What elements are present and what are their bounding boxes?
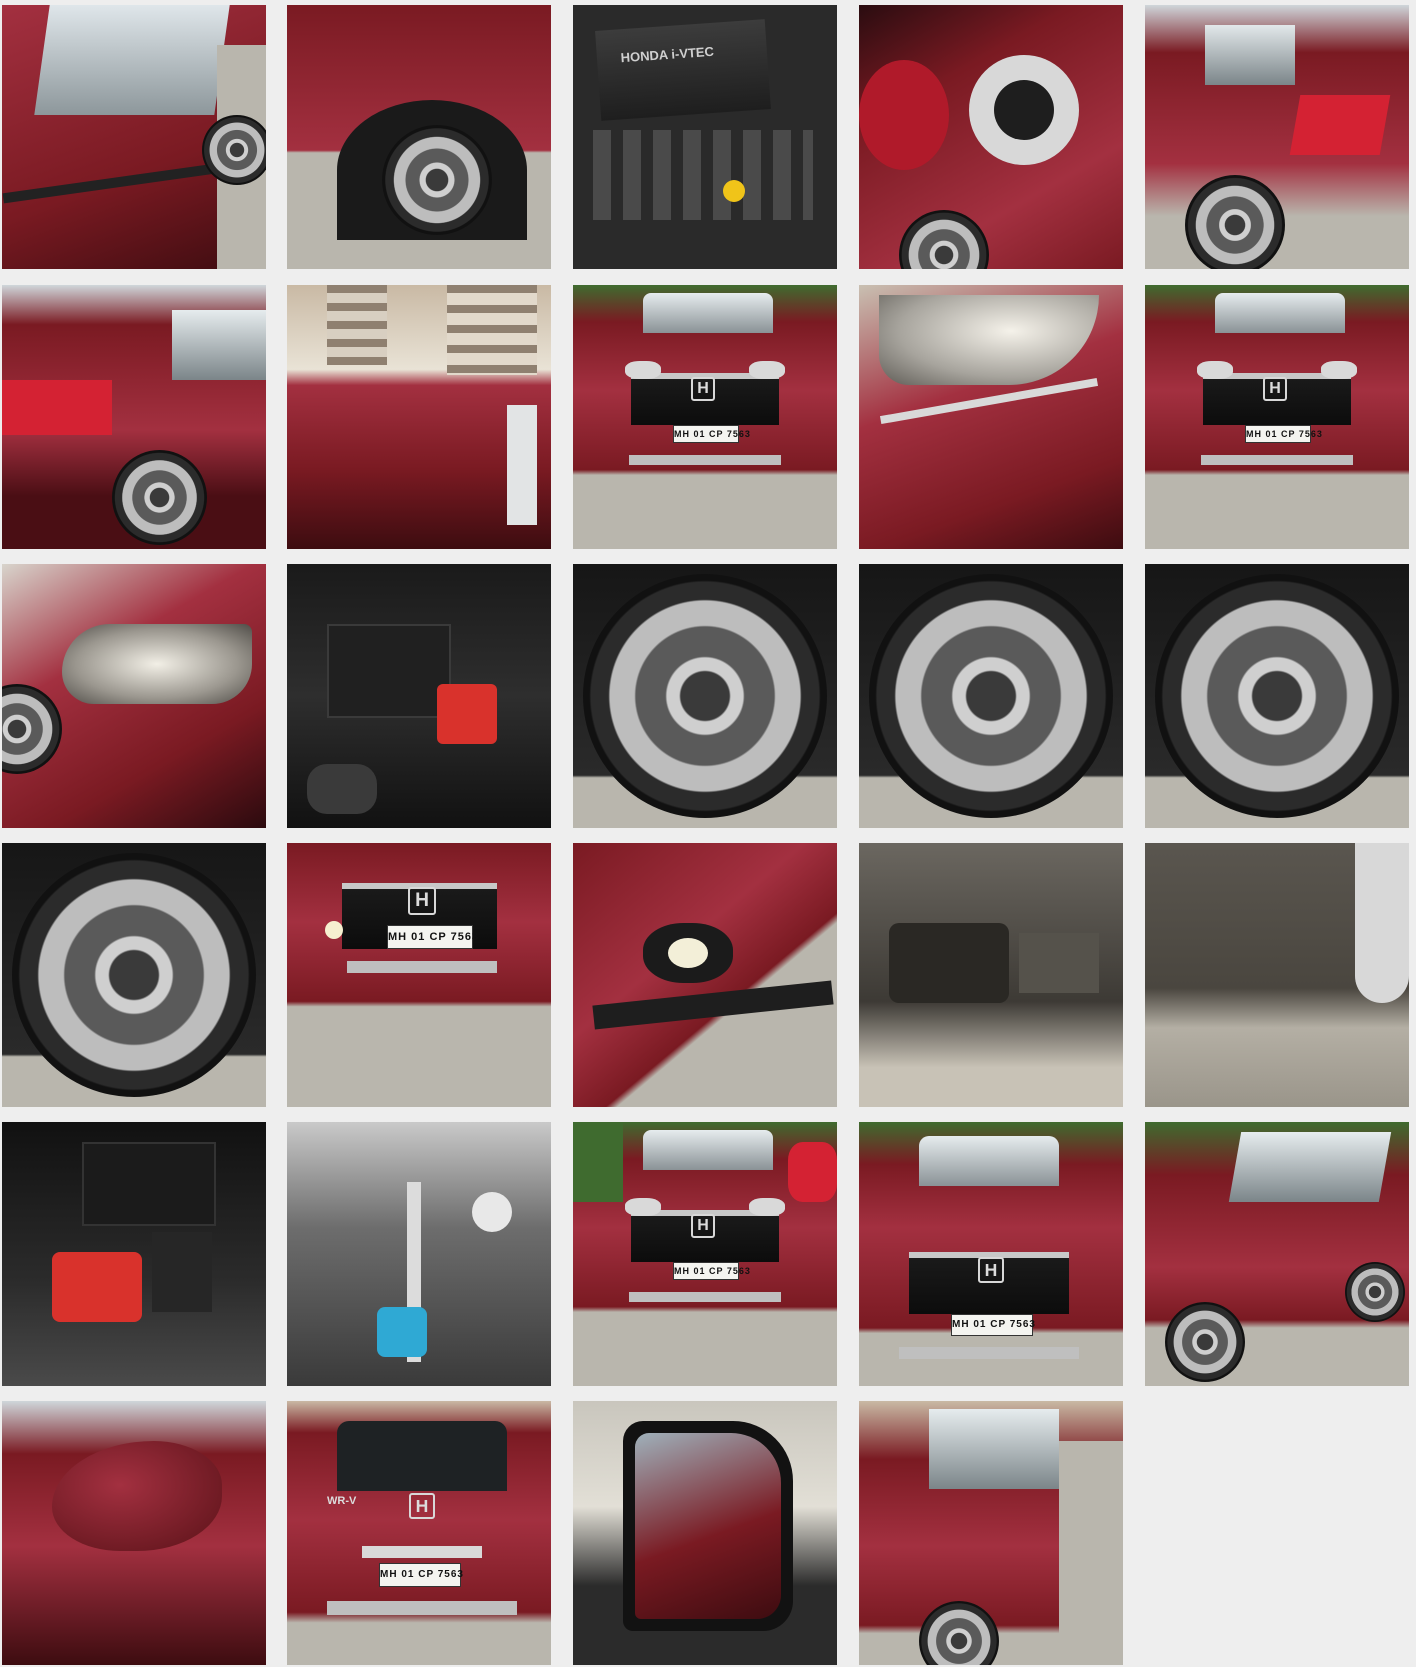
photo-foglamp[interactable] [573, 843, 837, 1107]
photo-image: H MH 01 CP 7563 [573, 1122, 837, 1386]
photo-image [287, 1122, 551, 1386]
wheel-icon [12, 853, 256, 1097]
photo-rear-door[interactable] [859, 1401, 1123, 1665]
photo-image [2, 285, 266, 549]
photo-rear[interactable]: H WR-V MH 01 CP 7563 [287, 1401, 551, 1665]
photo-image [2, 5, 266, 269]
photo-engine-bay-2[interactable] [287, 1122, 551, 1386]
photo-front-close[interactable]: H MH 01 CP 7563 [287, 843, 551, 1107]
photo-headlamp-side[interactable] [2, 564, 266, 828]
photo-image [1145, 843, 1409, 1107]
wheel-icon [583, 574, 827, 818]
photo-image [287, 5, 551, 269]
honda-logo-icon: H [408, 887, 436, 915]
photo-underbody[interactable] [859, 843, 1123, 1107]
photo-image: HONDA i-VTEC [573, 5, 837, 269]
wheel-icon [1155, 574, 1399, 818]
license-plate: MH 01 CP 7563 [673, 1262, 750, 1280]
wheel-icon [869, 574, 1113, 818]
wheel-icon [919, 1601, 999, 1665]
photo-fuel-lid[interactable] [859, 5, 1123, 269]
photo-image [287, 285, 551, 549]
wheel-icon [899, 210, 989, 269]
honda-logo-icon: H [409, 1493, 435, 1519]
photo-image: H MH 01 CP 7563 [1145, 285, 1409, 549]
photo-image [2, 564, 266, 828]
honda-logo-icon: H [691, 377, 715, 401]
photo-image [859, 843, 1123, 1107]
photo-image: H WR-V MH 01 CP 7563 [287, 1401, 551, 1665]
photo-engine-bay[interactable] [287, 564, 551, 828]
photo-wheel-3[interactable] [1145, 564, 1409, 828]
wheel-icon [1185, 175, 1285, 269]
photo-wheel-1[interactable] [573, 564, 837, 828]
photo-engine-cover[interactable]: HONDA i-VTEC [573, 5, 837, 269]
photo-image: H MH 01 CP 7563 [859, 1122, 1123, 1386]
photo-image [287, 564, 551, 828]
photo-wheel-2[interactable] [859, 564, 1123, 828]
photo-headlamp[interactable] [859, 285, 1123, 549]
photo-mirror-inside[interactable] [573, 1401, 837, 1665]
photo-front-wheel-arch[interactable] [287, 5, 551, 269]
photo-side-three-quarter[interactable] [1145, 1122, 1409, 1386]
wheel-icon [2, 684, 62, 774]
wheel-icon [382, 125, 492, 235]
photo-image [1145, 5, 1409, 269]
photo-image [1145, 564, 1409, 828]
photo-image [859, 5, 1123, 269]
photo-image [573, 1401, 837, 1665]
photo-front-2[interactable]: H MH 01 CP 7563 [1145, 285, 1409, 549]
photo-image [573, 564, 837, 828]
photo-wheel-4[interactable] [2, 843, 266, 1107]
license-plate: MH 01 CP 7563 [673, 425, 750, 443]
photo-front[interactable]: H MH 01 CP 7563 [573, 285, 837, 549]
honda-logo-icon: H [1263, 377, 1287, 401]
photo-underbody-side[interactable] [1145, 843, 1409, 1107]
photo-image [2, 1401, 266, 1665]
photo-image [859, 564, 1123, 828]
photo-image [573, 843, 837, 1107]
photo-image: H MH 01 CP 7563 [573, 285, 837, 549]
license-plate: MH 01 CP 7563 [387, 925, 478, 949]
photo-front-wide[interactable]: H MH 01 CP 7563 [573, 1122, 837, 1386]
wheel-icon [202, 115, 266, 185]
photo-side-door[interactable] [2, 5, 266, 269]
photo-image [2, 843, 266, 1107]
license-plate: MH 01 CP 7563 [379, 1563, 463, 1587]
wheel-icon [112, 450, 207, 545]
rear-badge: WR-V [327, 1495, 357, 1507]
photo-image [859, 1401, 1123, 1665]
photo-image [2, 1122, 266, 1386]
photo-image [859, 285, 1123, 549]
honda-logo-icon: H [691, 1214, 715, 1238]
photo-rear-quarter[interactable] [1145, 5, 1409, 269]
photo-mirror[interactable] [2, 1401, 266, 1665]
photo-image: H MH 01 CP 7563 [287, 843, 551, 1107]
photo-front-tall[interactable]: H MH 01 CP 7563 [859, 1122, 1123, 1386]
photo-gallery: HONDA i-VTEC H MH 01 CP 7563 H MH 01 CP 7563… [0, 0, 1416, 1667]
license-plate: MH 01 CP 7563 [951, 1314, 1035, 1336]
honda-logo-icon: H [978, 1257, 1004, 1283]
photo-roof[interactable] [287, 285, 551, 549]
license-plate: MH 01 CP 7563 [1245, 425, 1322, 443]
photo-rear-side[interactable] [2, 285, 266, 549]
photo-image [1145, 1122, 1409, 1386]
photo-battery[interactable] [2, 1122, 266, 1386]
wheel-icon [1345, 1262, 1405, 1322]
engine-badge: HONDA i-VTEC [620, 43, 715, 66]
wheel-icon [1165, 1302, 1245, 1382]
